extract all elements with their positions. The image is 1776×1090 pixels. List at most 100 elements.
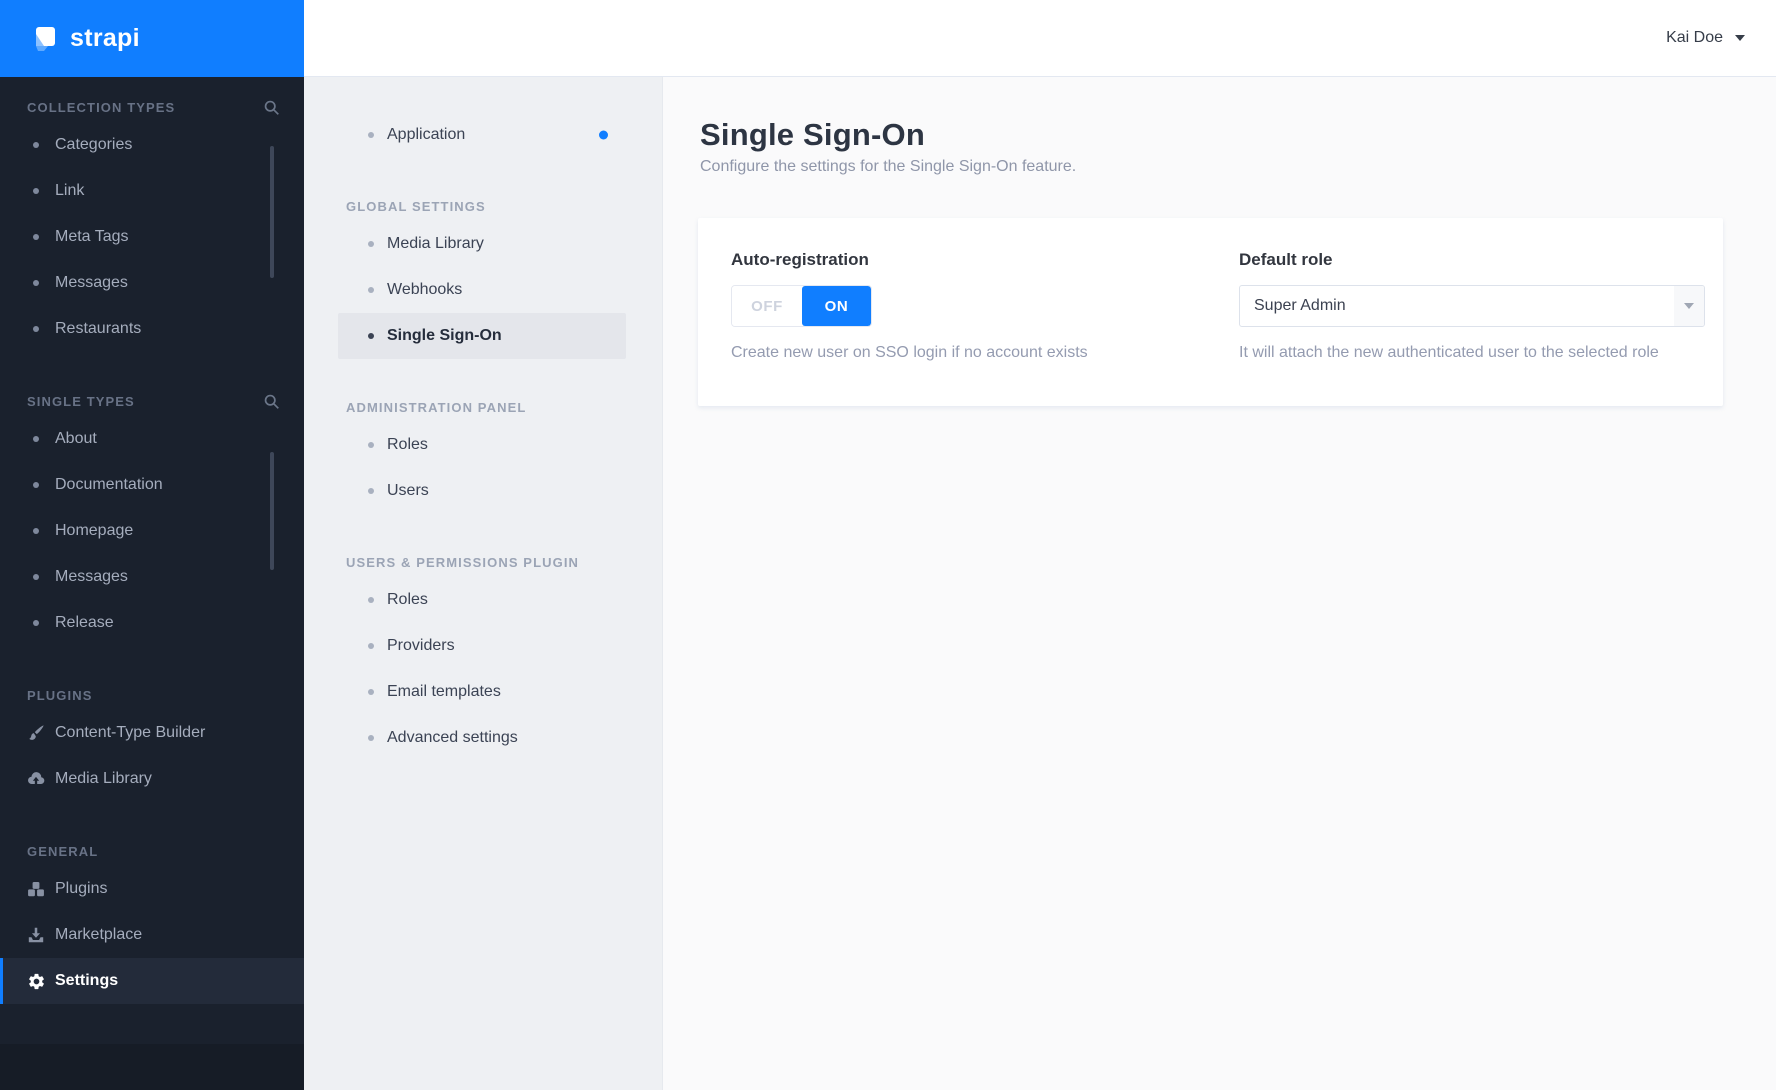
bullet-icon xyxy=(33,326,39,332)
settings-section-title: USERS & PERMISSIONS PLUGIN xyxy=(346,554,580,570)
paintbrush-icon xyxy=(26,723,46,743)
settings-item-providers[interactable]: Providers xyxy=(338,623,626,669)
primary-nav: COLLECTION TYPES Categories Link Meta Tags M… xyxy=(0,92,304,1004)
sidebar-item-meta-tags[interactable]: Meta Tags xyxy=(0,214,304,260)
bullet-icon xyxy=(33,142,39,148)
auto-registration-toggle[interactable]: OFF ON xyxy=(731,285,872,327)
cloud-upload-icon xyxy=(26,769,46,789)
settings-item-media-library[interactable]: Media Library xyxy=(338,221,626,267)
bullet-icon xyxy=(368,689,374,695)
sidebar-item-label: Marketplace xyxy=(55,926,143,943)
section-title: GENERAL xyxy=(27,843,99,859)
settings-item-label: Roles xyxy=(387,436,428,453)
sidebar-item-label: Content-Type Builder xyxy=(55,724,206,741)
bullet-icon xyxy=(368,488,374,494)
nav-section-plugins: PLUGINS Content-Type Builder Media Library xyxy=(0,680,304,802)
user-menu[interactable]: Kai Doe xyxy=(1666,29,1745,47)
gear-icon xyxy=(26,971,46,991)
sidebar-item-release[interactable]: Release xyxy=(0,600,304,646)
auto-registration-label: Auto-registration xyxy=(731,250,869,269)
default-role-field: Default role Super Admin It will attach … xyxy=(1239,250,1705,362)
default-role-label: Default role xyxy=(1239,250,1333,269)
sidebar-item-homepage[interactable]: Homepage xyxy=(0,508,304,554)
sidebar-item-about[interactable]: About xyxy=(0,416,304,462)
sidebar-item-label: Link xyxy=(55,182,85,199)
sidebar-item-label: Settings xyxy=(55,972,119,989)
sidebar-item-label: Documentation xyxy=(55,476,163,493)
sidebar-item-label: Media Library xyxy=(55,770,152,787)
sidebar-item-label: Plugins xyxy=(55,880,108,897)
settings-section-header-administration-panel: ADMINISTRATION PANEL xyxy=(304,392,662,422)
bullet-icon xyxy=(33,234,39,240)
toggle-on-button[interactable]: ON xyxy=(802,286,871,326)
sidebar-item-settings[interactable]: Settings xyxy=(0,958,304,1004)
settings-item-advanced-settings[interactable]: Advanced settings xyxy=(338,715,626,761)
default-role-value: Super Admin xyxy=(1254,297,1346,314)
settings-item-webhooks[interactable]: Webhooks xyxy=(338,267,626,313)
sidebar-item-categories[interactable]: Categories xyxy=(0,122,304,168)
user-name: Kai Doe xyxy=(1666,29,1723,46)
bullet-icon xyxy=(368,132,374,138)
sidebar-item-label: Meta Tags xyxy=(55,228,129,245)
settings-item-email-templates[interactable]: Email templates xyxy=(338,669,626,715)
sidebar-item-label: Categories xyxy=(55,136,133,153)
bullet-icon xyxy=(33,574,39,580)
sidebar-item-content-type-builder[interactable]: Content-Type Builder xyxy=(0,710,304,756)
settings-item-label: Advanced settings xyxy=(387,729,518,746)
sidebar-item-messages[interactable]: Messages xyxy=(0,260,304,306)
sidebar-item-messages[interactable]: Messages xyxy=(0,554,304,600)
settings-sidebar: Application GLOBAL SETTINGS Media Library W… xyxy=(304,77,663,1090)
search-icon[interactable] xyxy=(263,99,280,116)
sidebar-item-documentation[interactable]: Documentation xyxy=(0,462,304,508)
sidebar-item-restaurants[interactable]: Restaurants xyxy=(0,306,304,352)
nav-section-collection-types: COLLECTION TYPES Categories Link Meta Tags M… xyxy=(0,92,304,352)
select-caret-zone[interactable] xyxy=(1674,286,1704,326)
bullet-icon xyxy=(368,241,374,247)
settings-item-label: Media Library xyxy=(387,235,484,252)
bullet-icon xyxy=(368,597,374,603)
section-header: SINGLE TYPES xyxy=(0,386,304,416)
page-subtitle: Configure the settings for the Single Si… xyxy=(700,158,1077,175)
settings-item-users[interactable]: Users xyxy=(338,468,626,514)
main-content: Single Sign-On Configure the settings fo… xyxy=(663,77,1776,1090)
settings-item-single-sign-on[interactable]: Single Sign-On xyxy=(338,313,626,359)
sidebar-item-label: Messages xyxy=(55,274,128,291)
settings-item-roles[interactable]: Roles xyxy=(338,422,626,468)
settings-section-title: ADMINISTRATION PANEL xyxy=(346,399,527,415)
cubes-icon xyxy=(26,879,46,899)
sidebar-item-media-library[interactable]: Media Library xyxy=(0,756,304,802)
auto-registration-field: Auto-registration OFF ON Create new user… xyxy=(731,250,1197,362)
auto-registration-description: Create new user on SSO login if no accou… xyxy=(731,344,1088,361)
default-role-select[interactable]: Super Admin xyxy=(1239,285,1705,327)
settings-nav: Application GLOBAL SETTINGS Media Library W… xyxy=(304,112,662,761)
brand[interactable]: strapi xyxy=(0,0,304,77)
nav-section-single-types: SINGLE TYPES About Documentation Homepage Me… xyxy=(0,386,304,646)
settings-item-label: Single Sign-On xyxy=(387,327,502,344)
page-title: Single Sign-On xyxy=(700,117,925,152)
settings-top-items: Application xyxy=(304,112,662,158)
bullet-icon xyxy=(33,280,39,286)
sidebar-item-label: Homepage xyxy=(55,522,134,539)
settings-item-label: Roles xyxy=(387,591,428,608)
bullet-icon xyxy=(368,333,374,339)
section-header: PLUGINS xyxy=(0,680,304,710)
settings-item-label: Providers xyxy=(387,637,455,654)
search-icon[interactable] xyxy=(263,393,280,410)
bullet-icon xyxy=(368,735,374,741)
toggle-off-button[interactable]: OFF xyxy=(732,286,802,326)
sidebar-footer xyxy=(0,1044,304,1090)
collection-types-scrollbar[interactable] xyxy=(270,146,274,278)
page-head: Single Sign-On Configure the settings fo… xyxy=(700,117,1776,176)
bullet-icon xyxy=(33,482,39,488)
bullet-icon xyxy=(368,287,374,293)
settings-item-label: Application xyxy=(387,126,466,143)
download-icon xyxy=(26,925,46,945)
single-types-scrollbar[interactable] xyxy=(270,452,274,570)
sidebar-item-marketplace[interactable]: Marketplace xyxy=(0,912,304,958)
settings-item-application[interactable]: Application xyxy=(338,112,626,158)
bullet-icon xyxy=(33,620,39,626)
section-title: COLLECTION TYPES xyxy=(27,99,176,115)
sidebar-item-link[interactable]: Link xyxy=(0,168,304,214)
settings-item-roles[interactable]: Roles xyxy=(338,577,626,623)
sidebar-item-plugins[interactable]: Plugins xyxy=(0,866,304,912)
